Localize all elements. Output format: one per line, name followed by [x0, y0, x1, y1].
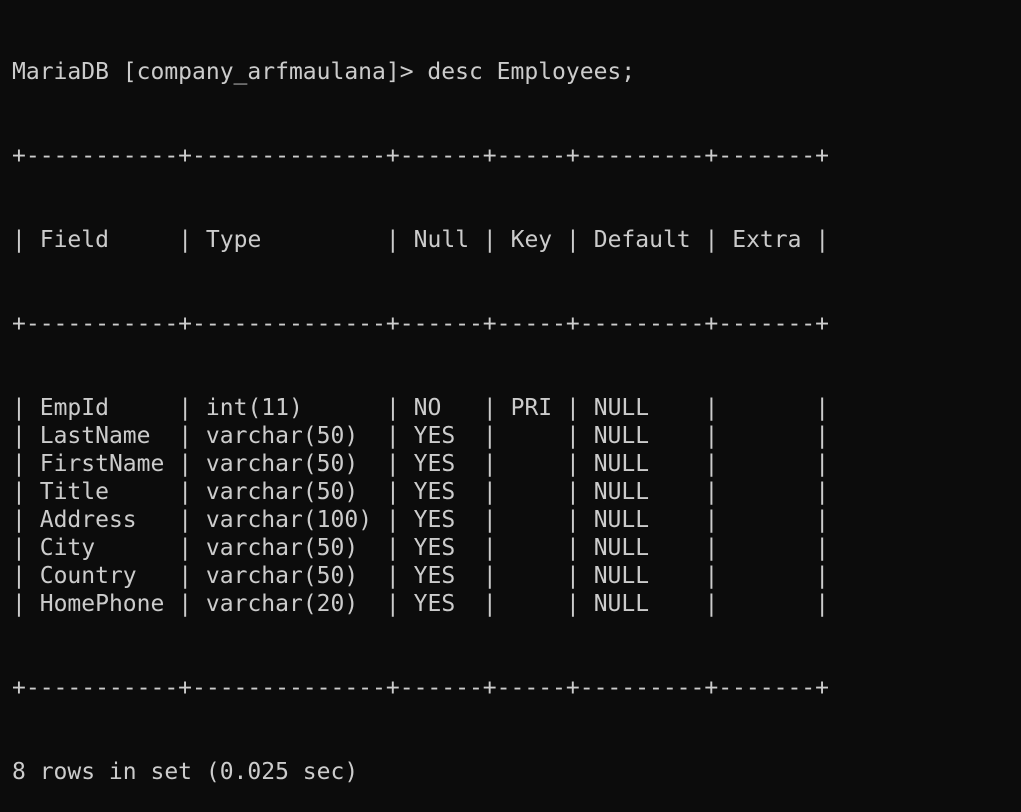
cell-null: YES [413, 535, 456, 561]
header-cell-default: Default [593, 227, 691, 253]
cell-field: City [39, 535, 96, 561]
cell-null: YES [413, 591, 456, 617]
table-row: | FirstName | varchar(50) | YES | | NULL… [12, 451, 830, 477]
cell-type: varchar(50) [205, 563, 359, 589]
cell-type: varchar(20) [205, 591, 359, 617]
cell-key: PRI [510, 395, 553, 421]
cell-field: Address [39, 507, 137, 533]
cell-default: NULL [593, 507, 650, 533]
cell-null: YES [413, 479, 456, 505]
cell-null: YES [413, 507, 456, 533]
table-row: | HomePhone | varchar(20) | YES | | NULL… [12, 591, 830, 617]
cell-field: Country [39, 563, 137, 589]
header-cell-key: Key [510, 227, 553, 253]
table-header: | Field | Type | Null | Key | Default | … [12, 227, 830, 253]
cell-default: NULL [593, 451, 650, 477]
cell-field: EmpId [39, 395, 109, 421]
cell-null: YES [413, 451, 456, 477]
mariadb-prompt: MariaDB [company_arfmaulana]> [12, 59, 428, 85]
cell-type: varchar(100) [205, 507, 373, 533]
table-row: | LastName | varchar(50) | YES | | NULL … [12, 423, 830, 449]
table-row: | Address | varchar(100) | YES | | NULL … [12, 507, 830, 533]
cell-type: varchar(50) [205, 423, 359, 449]
cell-default: NULL [593, 535, 650, 561]
table-row: | Title | varchar(50) | YES | | NULL | | [12, 479, 830, 505]
table-border-top: +-----------+--------------+------+-----… [12, 143, 829, 169]
header-cell-field: Field [39, 227, 109, 253]
cell-field: LastName [39, 423, 151, 449]
table-body: | EmpId | int(11) | NO | PRI | NULL | | |… [12, 394, 1017, 618]
header-cell-extra: Extra [732, 227, 802, 253]
cell-null: NO [413, 395, 442, 421]
cell-null: YES [413, 563, 456, 589]
cell-field: FirstName [39, 451, 165, 477]
cell-default: NULL [593, 423, 650, 449]
cell-null: YES [413, 423, 456, 449]
cell-default: NULL [593, 591, 650, 617]
table-border-mid: +-----------+--------------+------+-----… [12, 311, 829, 337]
cell-default: NULL [593, 563, 650, 589]
table-row: | EmpId | int(11) | NO | PRI | NULL | | [12, 395, 830, 421]
header-cell-null: Null [413, 227, 470, 253]
command-text: desc Employees; [427, 59, 636, 85]
command-line: MariaDB [company_arfmaulana]> desc Emplo… [12, 58, 1017, 86]
cell-type: varchar(50) [205, 479, 359, 505]
table-border-bottom: +-----------+--------------+------+-----… [12, 675, 829, 701]
cell-field: HomePhone [39, 591, 165, 617]
cell-field: Title [39, 479, 109, 505]
table-row: | City | varchar(50) | YES | | NULL | | [12, 535, 830, 561]
cell-type: varchar(50) [205, 535, 359, 561]
cell-default: NULL [593, 395, 650, 421]
header-cell-type: Type [205, 227, 262, 253]
table-row: | Country | varchar(50) | YES | | NULL |… [12, 563, 830, 589]
cell-type: varchar(50) [205, 451, 359, 477]
cell-type: int(11) [205, 395, 303, 421]
cell-default: NULL [593, 479, 650, 505]
terminal-output[interactable]: MariaDB [company_arfmaulana]> desc Emplo… [12, 2, 1017, 812]
result-summary: 8 rows in set (0.025 sec) [12, 759, 359, 785]
